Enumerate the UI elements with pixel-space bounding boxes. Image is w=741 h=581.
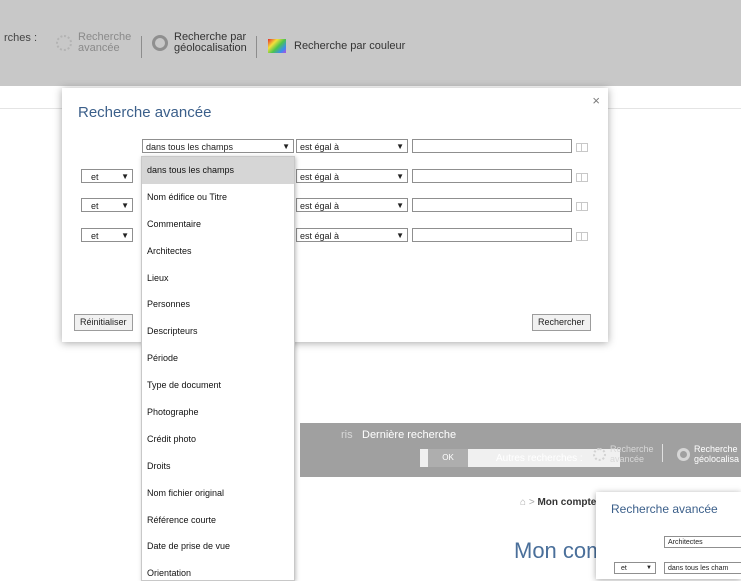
chevron-down-icon: ▼ — [121, 231, 129, 240]
field-dropdown-list: dans tous les champs Nom édifice ou Titre… — [141, 156, 295, 581]
field-select[interactable]: dans tous les cham — [664, 562, 741, 574]
secondary-toolbar: ris Dernière recherche OK Autres recherc… — [300, 423, 741, 477]
globe-icon — [677, 448, 690, 461]
geo-search-line2[interactable]: géolocalisa — [694, 455, 739, 464]
dropdown-option[interactable]: Nom fichier original — [142, 480, 294, 507]
chevron-down-icon: ▼ — [396, 172, 404, 181]
color-search-label: Recherche par couleur — [294, 40, 406, 52]
other-searches-label: Autres recherches : — [496, 453, 583, 464]
dropdown-option[interactable]: Architectes — [142, 238, 294, 265]
operator-select-1[interactable]: est égal à ▼ — [296, 139, 408, 153]
color-palette-icon — [268, 39, 286, 53]
dialog-title: Recherche avancée — [611, 502, 718, 516]
dropdown-option[interactable]: Référence courte — [142, 507, 294, 534]
geolocation-search-link[interactable]: Recherche par géolocalisation — [152, 32, 247, 54]
value-input-4[interactable] — [412, 228, 572, 242]
search-toolbar: rches : Recherche avancée Recherche par … — [0, 0, 741, 86]
chevron-down-icon: ▼ — [121, 172, 129, 181]
dropdown-option[interactable]: Commentaire — [142, 211, 294, 238]
dropdown-option[interactable]: Type de document — [142, 372, 294, 399]
list-icon[interactable] — [576, 202, 588, 211]
field-select[interactable]: Architectes — [664, 536, 741, 548]
connector-select-4[interactable]: et ▼ — [81, 228, 133, 242]
advanced-search-link[interactable]: Recherche avancée — [56, 32, 131, 54]
dropdown-option[interactable]: Date de prise de vue — [142, 533, 294, 560]
nav-link-partial[interactable]: ris — [341, 429, 353, 441]
geo-search-line1[interactable]: Recherche — [694, 445, 738, 454]
advanced-search-line2: avancée — [78, 42, 120, 54]
value-input-3[interactable] — [412, 198, 572, 212]
dropdown-option[interactable]: dans tous les champs — [142, 157, 294, 184]
operator-select-3[interactable]: est égal à ▼ — [296, 198, 408, 212]
adv-search-line1[interactable]: Recherche — [610, 445, 654, 454]
dropdown-option[interactable]: Crédit photo — [142, 426, 294, 453]
breadcrumb: ⌂ > Mon compte — [520, 497, 597, 508]
list-icon[interactable] — [576, 173, 588, 182]
chevron-down-icon: ▼ — [396, 142, 404, 151]
chevron-down-icon: ▼ — [282, 142, 290, 151]
geo-search-line2: géolocalisation — [174, 42, 247, 54]
dropdown-option[interactable]: Lieux — [142, 265, 294, 292]
advanced-search-dialog-preview: Recherche avancée Architectes et ▼ dans … — [596, 492, 741, 579]
dropdown-option[interactable]: Période — [142, 345, 294, 372]
close-icon[interactable]: × — [592, 93, 600, 108]
toolbar-separator — [662, 444, 663, 462]
list-icon[interactable] — [576, 143, 588, 152]
chevron-down-icon: ▼ — [646, 565, 652, 571]
toolbar-prefix: rches : — [4, 32, 38, 44]
connector-select-2[interactable]: et ▼ — [81, 169, 133, 183]
value-input-2[interactable] — [412, 169, 572, 183]
ok-button[interactable]: OK — [428, 449, 468, 467]
dropdown-option[interactable]: Orientation — [142, 560, 294, 580]
search-button[interactable]: Rechercher — [532, 314, 591, 331]
list-icon[interactable] — [576, 232, 588, 241]
connector-select-3[interactable]: et ▼ — [81, 198, 133, 212]
dropdown-option[interactable]: Nom édifice ou Titre — [142, 184, 294, 211]
field-select-1[interactable]: dans tous les champs ▼ — [142, 139, 294, 153]
toolbar-separator — [256, 36, 257, 58]
dropdown-option[interactable]: Descripteurs — [142, 318, 294, 345]
operator-select-2[interactable]: est égal à ▼ — [296, 169, 408, 183]
dialog-title: Recherche avancée — [78, 104, 212, 121]
value-input-1[interactable] — [412, 139, 572, 153]
gear-icon — [56, 35, 72, 51]
toolbar-separator — [141, 36, 142, 58]
last-search-link[interactable]: Dernière recherche — [362, 429, 456, 441]
dropdown-option[interactable]: Personnes — [142, 291, 294, 318]
dropdown-option[interactable]: Droits — [142, 453, 294, 480]
chevron-down-icon: ▼ — [121, 201, 129, 210]
color-search-link[interactable]: Recherche par couleur — [268, 39, 405, 53]
gear-icon — [593, 448, 606, 461]
connector-select[interactable]: et ▼ — [614, 562, 656, 574]
dropdown-option[interactable]: Photographe — [142, 399, 294, 426]
operator-select-4[interactable]: est égal à ▼ — [296, 228, 408, 242]
globe-icon — [152, 35, 168, 51]
home-icon[interactable]: ⌂ — [520, 497, 526, 508]
breadcrumb-current: Mon compte — [537, 497, 597, 508]
reset-button[interactable]: Réinitialiser — [74, 314, 133, 331]
chevron-down-icon: ▼ — [396, 231, 404, 240]
chevron-down-icon: ▼ — [396, 201, 404, 210]
adv-search-line2[interactable]: avancée — [610, 455, 644, 464]
